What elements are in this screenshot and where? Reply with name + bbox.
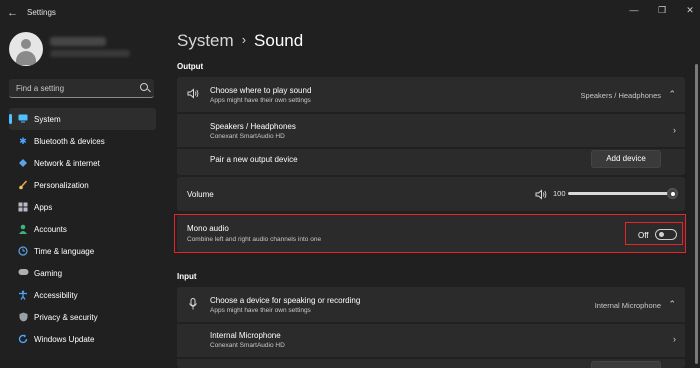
pair-output-title: Pair a new output device xyxy=(210,155,298,164)
sidebar-item-label: Gaming xyxy=(34,268,63,278)
search-placeholder: Find a setting xyxy=(16,84,65,93)
output-device-title: Speakers / Headphones xyxy=(210,122,296,131)
accessibility-icon xyxy=(18,290,28,300)
sidebar-item-bluetooth[interactable]: ✱ Bluetooth & devices xyxy=(9,130,156,152)
microphone-icon xyxy=(187,298,199,310)
shield-icon xyxy=(18,312,28,322)
update-icon xyxy=(18,334,28,344)
input-device-title: Internal Microphone xyxy=(210,331,281,340)
back-arrow-icon[interactable]: ← xyxy=(7,7,19,19)
sidebar-item-privacy-security[interactable]: Privacy & security xyxy=(9,306,156,328)
search-icon[interactable] xyxy=(140,83,148,91)
avatar-body xyxy=(16,51,36,65)
sidebar-item-label: Windows Update xyxy=(34,334,95,344)
selected-output-value: Speakers / Headphones xyxy=(580,91,661,100)
input-card: Choose a device for speaking or recordin… xyxy=(177,287,685,368)
maximize-icon[interactable]: ❐ xyxy=(652,4,672,16)
choose-input-title: Choose a device for speaking or recordin… xyxy=(210,296,361,305)
highlight-box-inner xyxy=(625,222,683,245)
sidebar-item-label: System xyxy=(34,114,61,124)
sidebar-item-label: Privacy & security xyxy=(34,312,98,322)
sidebar-item-accounts[interactable]: Accounts xyxy=(9,218,156,240)
gamepad-icon xyxy=(18,268,29,278)
chevron-right-icon[interactable]: › xyxy=(673,125,676,135)
monitor-icon xyxy=(18,114,28,124)
sidebar-item-apps[interactable]: Apps xyxy=(9,196,156,218)
add-device-button[interactable]: Add device xyxy=(591,150,661,168)
breadcrumb-separator: › xyxy=(241,32,247,47)
close-icon[interactable]: ✕ xyxy=(680,4,700,16)
sidebar-item-personalization[interactable]: Personalization xyxy=(9,174,156,196)
volume-slider-track[interactable] xyxy=(568,192,672,195)
sidebar-item-label: Bluetooth & devices xyxy=(34,136,105,146)
scrollbar[interactable] xyxy=(695,64,698,364)
volume-slider-thumb[interactable] xyxy=(667,188,678,199)
selected-input-value: Internal Microphone xyxy=(594,301,661,310)
input-device-subtitle: Conexant SmartAudio HD xyxy=(210,342,285,349)
user-email-blurred xyxy=(50,50,130,57)
avatar-head xyxy=(21,39,31,49)
user-name-blurred xyxy=(50,37,106,46)
accounts-icon xyxy=(18,224,28,234)
choose-output-subtitle: Apps might have their own settings xyxy=(210,97,311,104)
speaker-icon xyxy=(187,88,199,100)
choose-input-row[interactable]: Choose a device for speaking or recordin… xyxy=(177,287,685,322)
breadcrumb: System › Sound xyxy=(177,31,303,51)
input-device-row[interactable]: Internal Microphone Conexant SmartAudio … xyxy=(177,324,685,357)
search-input[interactable]: Find a setting xyxy=(9,79,154,98)
choose-input-subtitle: Apps might have their own settings xyxy=(210,307,311,314)
chevron-right-icon[interactable]: › xyxy=(673,334,676,344)
sidebar-item-gaming[interactable]: Gaming xyxy=(9,262,156,284)
chevron-up-icon[interactable]: ⌃ xyxy=(668,299,676,310)
sidebar-item-network[interactable]: Network & internet xyxy=(9,152,156,174)
sidebar-item-label: Time & language xyxy=(34,246,95,256)
title-bar: ← Settings — ❐ ✕ xyxy=(0,0,700,28)
globe-clock-icon xyxy=(18,246,28,256)
output-device-row[interactable]: Speakers / Headphones Conexant SmartAudi… xyxy=(177,114,685,147)
volume-speaker-icon[interactable] xyxy=(535,187,547,200)
sidebar: Find a setting System ✱ Bluetooth & devi… xyxy=(0,28,165,368)
chevron-up-icon[interactable]: ⌃ xyxy=(668,89,676,100)
output-section-label: Output xyxy=(177,62,204,71)
sidebar-item-accessibility[interactable]: Accessibility xyxy=(9,284,156,306)
app-title: Settings xyxy=(27,8,56,17)
sidebar-item-label: Network & internet xyxy=(34,158,100,168)
apps-icon xyxy=(18,202,28,212)
avatar[interactable] xyxy=(9,32,43,66)
volume-title: Volume xyxy=(187,190,214,199)
pair-output-row: Pair a new output device Add device xyxy=(177,149,685,175)
add-input-device-button-partial[interactable] xyxy=(591,361,661,368)
volume-value: 100 xyxy=(553,189,566,198)
page-title: Sound xyxy=(254,31,304,50)
output-card: Choose where to play sound Apps might ha… xyxy=(177,77,685,175)
breadcrumb-parent[interactable]: System xyxy=(177,31,234,50)
minimize-icon[interactable]: — xyxy=(624,4,644,16)
sidebar-nav: System ✱ Bluetooth & devices Network & i… xyxy=(9,108,156,350)
output-device-subtitle: Conexant SmartAudio HD xyxy=(210,133,285,140)
input-section-label: Input xyxy=(177,272,197,281)
sidebar-item-system[interactable]: System xyxy=(9,108,156,130)
highlight-box-outer xyxy=(174,214,686,253)
divider xyxy=(177,357,685,359)
sidebar-item-label: Personalization xyxy=(34,180,89,190)
bluetooth-icon: ✱ xyxy=(19,136,27,146)
sidebar-item-label: Accounts xyxy=(34,224,67,234)
sidebar-item-label: Apps xyxy=(34,202,53,212)
sidebar-item-label: Accessibility xyxy=(34,290,78,300)
choose-output-row[interactable]: Choose where to play sound Apps might ha… xyxy=(177,77,685,112)
choose-output-title: Choose where to play sound xyxy=(210,86,312,95)
brush-icon xyxy=(18,180,28,190)
sidebar-item-time-language[interactable]: Time & language xyxy=(9,240,156,262)
network-icon xyxy=(18,158,28,168)
sidebar-item-windows-update[interactable]: Windows Update xyxy=(9,328,156,350)
